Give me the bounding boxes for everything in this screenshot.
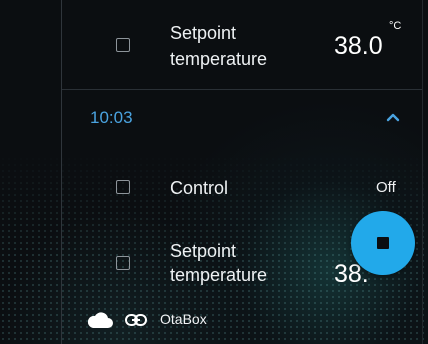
setpoint-checkbox[interactable]	[116, 38, 130, 52]
control-label: Control	[170, 178, 229, 198]
row-divider	[62, 89, 422, 90]
setpoint-row[interactable]: Setpoint temperature 38.0 °C	[62, 18, 422, 84]
link-icon	[125, 314, 147, 326]
setpoint-label-line2: temperature	[170, 49, 268, 69]
device-name: OtaBox	[160, 311, 207, 327]
chevron-up-icon[interactable]	[381, 106, 405, 130]
group-header[interactable]: 10:03	[62, 100, 422, 138]
cloud-icon	[87, 312, 113, 328]
setpoint-checkbox-2[interactable]	[116, 256, 130, 270]
setpoint-label-line1: Setpoint	[170, 23, 237, 43]
stop-icon	[377, 237, 389, 249]
control-checkbox[interactable]	[116, 180, 130, 194]
setpoint2-label-line1: Setpoint	[170, 241, 237, 261]
setpoint-unit: °C	[389, 20, 402, 32]
setpoint-value: 38.0	[334, 32, 383, 60]
device-screen: Setpoint temperature 38.0 °C 10:03 Contr…	[0, 0, 428, 344]
stop-fab-button[interactable]	[351, 211, 415, 275]
group-time: 10:03	[90, 108, 133, 127]
control-value: Off	[376, 179, 396, 196]
control-row[interactable]: Control Off	[62, 172, 422, 206]
setpoint2-label-line2: temperature	[170, 265, 268, 285]
device-footer: OtaBox	[62, 300, 422, 340]
right-border	[422, 0, 423, 344]
